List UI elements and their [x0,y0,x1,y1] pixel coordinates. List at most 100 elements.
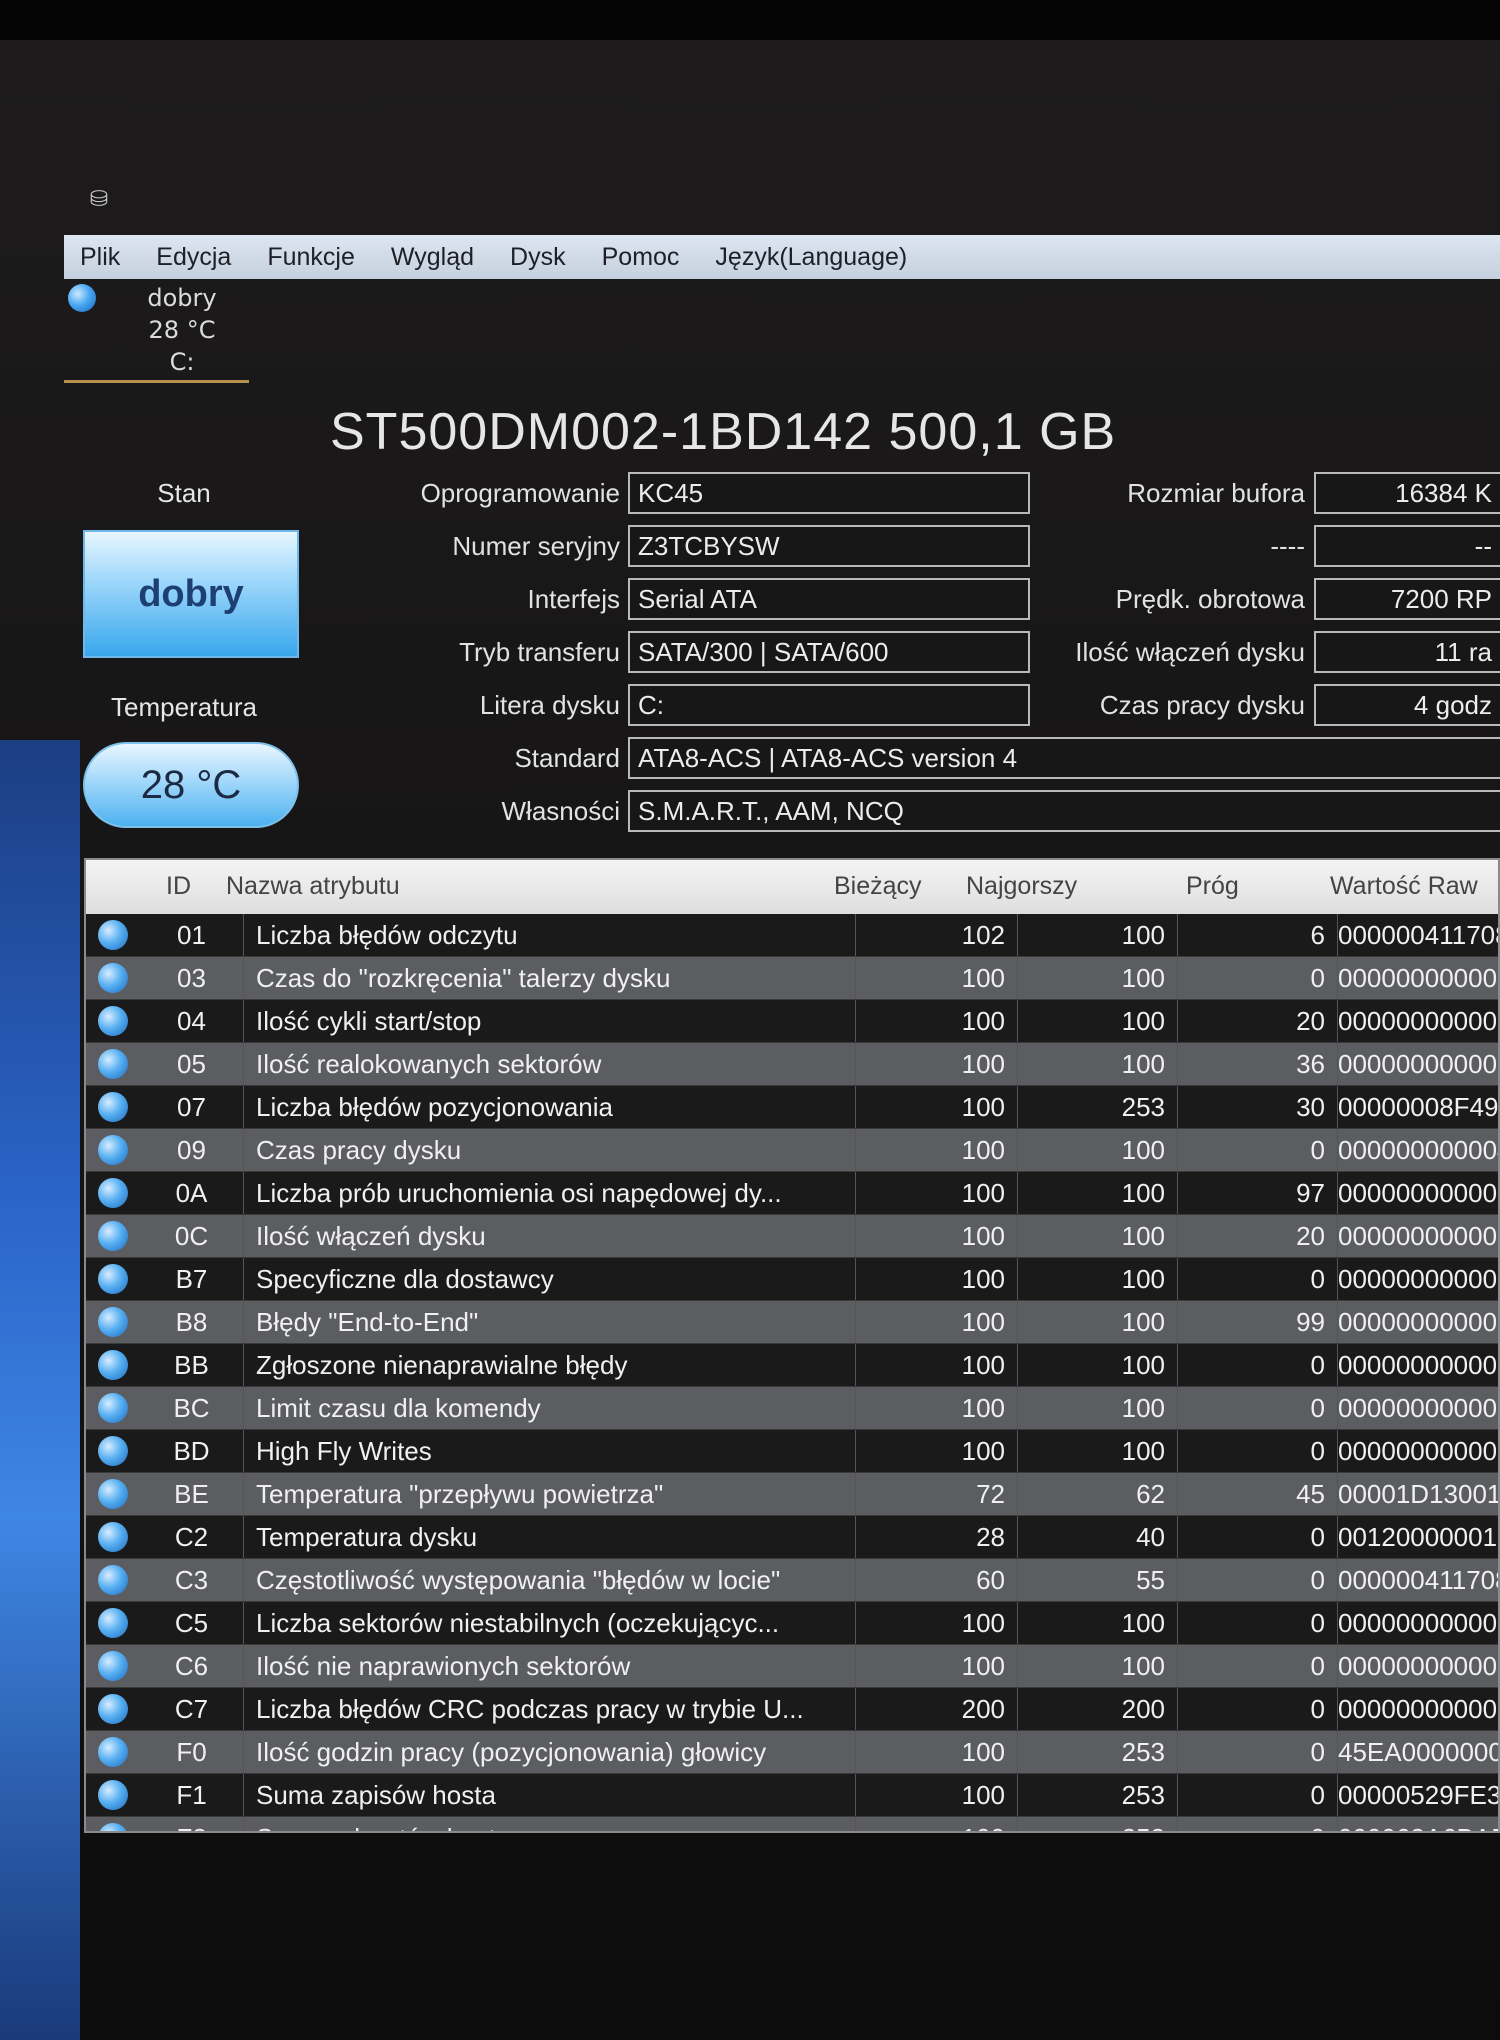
attribute-id: BB [140,1344,244,1386]
attribute-worst: 55 [1018,1559,1178,1601]
attribute-id: BD [140,1430,244,1472]
attribute-threshold: 0 [1178,1430,1338,1472]
header-threshold[interactable]: Próg [1186,872,1239,901]
attribute-threshold: 6 [1178,914,1338,956]
attribute-name: Liczba prób uruchomienia osi napędowej d… [244,1172,856,1214]
power-on-hours-label: Czas pracy dysku [1099,690,1305,720]
attribute-raw-value: 000000000000 [1338,1043,1498,1085]
table-row[interactable]: C2 Temperatura dysku 28 40 0 00120000001C [86,1516,1498,1559]
attribute-worst: 100 [1018,1430,1178,1472]
attribute-threshold: 0 [1178,1645,1338,1687]
features-field: S.M.A.R.T., AAM, NCQ [628,790,1500,832]
menu-item-plik[interactable]: Plik [80,243,120,272]
attribute-current: 100 [856,1645,1018,1687]
attribute-worst: 100 [1018,1043,1178,1085]
attribute-name: Specyficzne dla dostawcy [244,1258,856,1300]
disk-selector-tab[interactable]: dobry 28 °C C: [64,282,249,384]
attribute-name: Suma zapisów hosta [244,1774,856,1816]
attribute-id: 01 [140,914,244,956]
attribute-id: B7 [140,1258,244,1300]
standard-label: Standard [514,743,620,773]
attribute-raw-value: 00000008F49F [1338,1086,1498,1128]
attribute-threshold: 20 [1178,1000,1338,1042]
temperature-status-button[interactable]: 28 °C [83,742,299,828]
table-row[interactable]: C6 Ilość nie naprawionych sektorów 100 100 0… [86,1645,1498,1688]
table-row[interactable]: 0A Liczba prób uruchomienia osi napędowej… [86,1172,1498,1215]
health-dot-icon [98,1350,128,1380]
header-name[interactable]: Nazwa atrybutu [226,872,400,901]
table-row[interactable]: B8 Błędy "End-to-End" 100 100 99 000000000000 [86,1301,1498,1344]
health-dot-icon [98,1780,128,1810]
attribute-raw-value: 00001D13001C [1338,1473,1498,1515]
interface-field: Serial ATA [628,578,1030,620]
table-row[interactable]: B7 Specyficzne dla dostawcy 100 100 0 0000000… [86,1258,1498,1301]
attribute-threshold: 97 [1178,1172,1338,1214]
attribute-worst: 100 [1018,1602,1178,1644]
health-dot-icon [98,1178,128,1208]
table-row[interactable]: C3 Częstotliwość występowania "błędów w l… [86,1559,1498,1602]
table-row[interactable]: 09 Czas pracy dysku 100 100 0 000000000004 [86,1129,1498,1172]
attribute-threshold: 30 [1178,1086,1338,1128]
table-row[interactable]: F1Suma zapisów hosta100253000000529FE3D [86,1774,1498,1817]
header-current[interactable]: Bieżący [834,872,922,901]
table-row[interactable]: C5 Liczba sektorów niestabilnych (oczekuj… [86,1602,1498,1645]
attribute-raw-value: 000000000000 [1338,1688,1498,1730]
attribute-worst: 100 [1018,1215,1178,1257]
table-row[interactable]: BC Limit czasu dla komendy 100 100 0 00000000… [86,1387,1498,1430]
health-dot-icon [98,1651,128,1681]
monitor-bezel [0,0,1500,40]
table-row[interactable]: BB Zgłoszone nienaprawialne błędy 100 100 0 0… [86,1344,1498,1387]
attribute-current: 72 [856,1473,1018,1515]
attribute-worst: 200 [1018,1688,1178,1730]
health-status-button[interactable]: dobry [83,530,299,658]
table-header: ID Nazwa atrybutu Bieżący Najgorszy Próg… [86,860,1498,914]
table-row[interactable]: F0 Ilość godzin pracy (pozycjonowania) gł… [86,1731,1498,1774]
attribute-raw-value: 000000000000 [1338,1344,1498,1386]
health-dot-icon [98,1737,128,1767]
attribute-raw-value: 000000411708 [1338,1559,1498,1601]
menu-item-dysk[interactable]: Dysk [510,243,566,272]
attribute-worst: 100 [1018,914,1178,956]
health-dot-icon [98,1135,128,1165]
attribute-name: Ilość nie naprawionych sektorów [244,1645,856,1687]
table-row[interactable]: 0C Ilość włączeń dysku 100 100 20 00000000000… [86,1215,1498,1258]
table-row[interactable]: 07 Liczba błędów pozycjonowania 100 253 30 00… [86,1086,1498,1129]
temperature-label: Temperatura [111,692,257,722]
health-dot-icon [98,1522,128,1552]
firmware-label: Oprogramowanie [420,478,620,508]
header-raw[interactable]: Wartość Raw [1330,872,1478,901]
menu-item-wyglad[interactable]: Wygląd [391,243,474,272]
attribute-name: Ilość realokowanych sektorów [244,1043,856,1085]
menu-item-language[interactable]: Język(Language) [715,243,907,272]
table-row[interactable]: C7 Liczba błędów CRC podczas pracy w tryb… [86,1688,1498,1731]
table-row[interactable]: 03 Czas do "rozkręcenia" talerzy dysku 100… [86,957,1498,1000]
attribute-current: 28 [856,1516,1018,1558]
table-row[interactable]: BD High Fly Writes 100 100 0 000000000000 [86,1430,1498,1473]
attribute-worst: 253 [1018,1817,1178,1831]
table-row[interactable]: 05 Ilość realokowanych sektorów 100 100 36 00… [86,1043,1498,1086]
attribute-current: 102 [856,914,1018,956]
health-dot-icon [98,1823,128,1831]
table-row[interactable]: F2Suma odczytów hosta1002530000062A6BAB0 [86,1817,1498,1831]
attribute-current: 100 [856,1344,1018,1386]
attribute-current: 100 [856,1258,1018,1300]
rotation-speed-field: 7200 RP [1314,578,1500,620]
menu-item-edycja[interactable]: Edycja [156,243,231,272]
attribute-id: 03 [140,957,244,999]
attribute-name: Suma odczytów hosta [244,1817,856,1831]
menu-item-funkcje[interactable]: Funkcje [267,243,355,272]
table-row[interactable]: BE Temperatura "przepływu powietrza" 72 62 4… [86,1473,1498,1516]
attribute-raw-value: 000000000000 [1338,1602,1498,1644]
attribute-worst: 100 [1018,1301,1178,1343]
table-row[interactable]: 01 Liczba błędów odczytu 102 100 6 0000004117… [86,914,1498,957]
menu-item-pomoc[interactable]: Pomoc [602,243,680,272]
attribute-name: Temperatura dysku [244,1516,856,1558]
attribute-worst: 100 [1018,1000,1178,1042]
health-dot-icon [98,1608,128,1638]
header-worst[interactable]: Najgorszy [966,872,1077,901]
table-body: 01 Liczba błędów odczytu 102 100 6 0000004117… [86,914,1498,1831]
attribute-current: 100 [856,1817,1018,1831]
table-row[interactable]: 04 Ilość cykli start/stop 100 100 20 00000000… [86,1000,1498,1043]
disk-tab-health: dobry [147,284,217,312]
header-id[interactable]: ID [166,872,191,901]
